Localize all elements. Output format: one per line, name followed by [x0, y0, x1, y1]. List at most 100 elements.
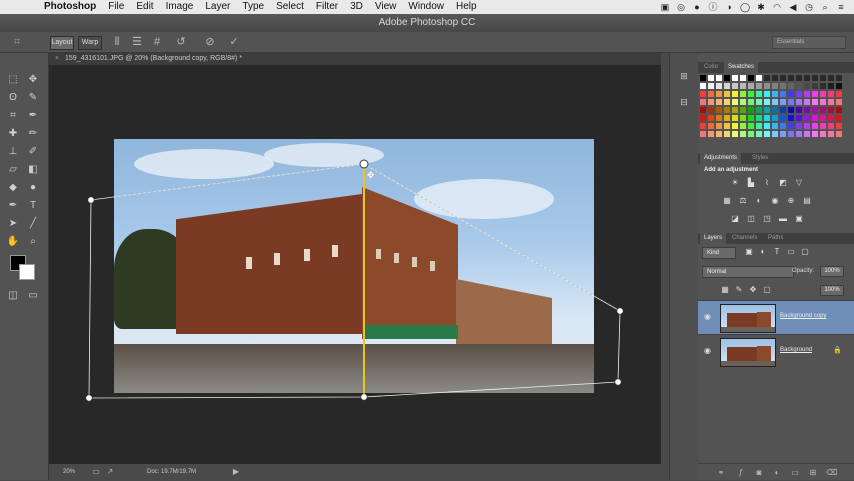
color-swatch[interactable]: [748, 83, 754, 89]
color-swatch[interactable]: [804, 99, 810, 105]
new-group-icon[interactable]: ▭: [790, 468, 800, 478]
color-swatch[interactable]: [780, 131, 786, 137]
color-swatch[interactable]: [836, 131, 842, 137]
color-swatch[interactable]: [788, 107, 794, 113]
trash-icon[interactable]: ⌫: [826, 468, 837, 478]
filter-shape-icon[interactable]: ▭: [786, 247, 796, 257]
color-swatch[interactable]: [700, 91, 706, 97]
color-swatch[interactable]: [748, 107, 754, 113]
color-swatch[interactable]: [780, 75, 786, 81]
color-swatch[interactable]: [836, 107, 842, 113]
color-swatch[interactable]: [780, 91, 786, 97]
color-swatch[interactable]: [812, 123, 818, 129]
color-swatch[interactable]: [796, 99, 802, 105]
color-swatch[interactable]: [820, 99, 826, 105]
color-swatch[interactable]: [828, 83, 834, 89]
color-swatch[interactable]: [796, 91, 802, 97]
color-swatch[interactable]: [836, 75, 842, 81]
color-swatch[interactable]: [772, 123, 778, 129]
layer-kind-filter[interactable]: Kind: [702, 247, 736, 259]
color-swatch[interactable]: [812, 99, 818, 105]
color-swatch[interactable]: [772, 83, 778, 89]
vibrance-icon[interactable]: ▽: [794, 178, 804, 188]
color-swatch[interactable]: [716, 115, 722, 121]
color-swatch[interactable]: [788, 115, 794, 121]
color-swatch[interactable]: [764, 75, 770, 81]
color-swatch[interactable]: [740, 83, 746, 89]
color-swatch[interactable]: [740, 91, 746, 97]
color-swatch[interactable]: [748, 99, 754, 105]
fx-icon[interactable]: ƒ: [736, 468, 746, 478]
color-swatch[interactable]: [756, 91, 762, 97]
color-swatch[interactable]: [828, 131, 834, 137]
color-swatch[interactable]: [716, 75, 722, 81]
blend-mode-select[interactable]: Normal: [702, 266, 794, 278]
color-swatch[interactable]: [740, 115, 746, 121]
tab-channels[interactable]: Channels: [728, 233, 761, 244]
color-swatch[interactable]: [788, 123, 794, 129]
status-menu-arrow-icon[interactable]: ▶: [231, 467, 241, 477]
color-swatch[interactable]: [700, 123, 706, 129]
add-mask-icon[interactable]: ◙: [754, 468, 764, 478]
color-swatch[interactable]: [740, 123, 746, 129]
color-swatch[interactable]: [740, 107, 746, 113]
properties-panel-icon[interactable]: ⊟: [678, 97, 690, 107]
color-swatch[interactable]: [780, 107, 786, 113]
color-swatch[interactable]: [724, 75, 730, 81]
color-swatch[interactable]: [788, 99, 794, 105]
color-swatch[interactable]: [788, 83, 794, 89]
color-swatch[interactable]: [716, 131, 722, 137]
photo-filter-icon[interactable]: ◉: [770, 196, 780, 206]
color-swatch[interactable]: [700, 115, 706, 121]
color-swatch[interactable]: [796, 75, 802, 81]
posterize-icon[interactable]: ◫: [746, 214, 756, 224]
color-swatch[interactable]: [804, 75, 810, 81]
color-swatch[interactable]: [724, 91, 730, 97]
color-swatch[interactable]: [756, 115, 762, 121]
color-swatch[interactable]: [804, 91, 810, 97]
color-swatch[interactable]: [828, 99, 834, 105]
color-swatch[interactable]: [748, 75, 754, 81]
layer-row-background[interactable]: ◉ Background 🔒: [698, 334, 854, 368]
color-swatch[interactable]: [804, 131, 810, 137]
color-swatch[interactable]: [708, 83, 714, 89]
tab-adjustments[interactable]: Adjustments: [700, 153, 742, 164]
levels-icon[interactable]: ▙: [746, 178, 756, 188]
color-swatch[interactable]: [772, 131, 778, 137]
color-swatch[interactable]: [796, 107, 802, 113]
layer-name[interactable]: Background copy: [780, 313, 826, 319]
color-swatch[interactable]: [820, 75, 826, 81]
color-swatch[interactable]: [724, 83, 730, 89]
color-swatch[interactable]: [732, 107, 738, 113]
color-swatch[interactable]: [740, 75, 746, 81]
color-swatch[interactable]: [700, 131, 706, 137]
tab-swatches[interactable]: Swatches: [724, 62, 759, 73]
color-swatch[interactable]: [764, 99, 770, 105]
transform-handle[interactable]: [87, 196, 95, 204]
color-swatch[interactable]: [836, 115, 842, 121]
color-swatch[interactable]: [716, 107, 722, 113]
color-swatch[interactable]: [700, 99, 706, 105]
lock-paint-icon[interactable]: ✎: [734, 285, 744, 295]
zoom-level[interactable]: 20%: [63, 464, 75, 480]
color-swatch[interactable]: [724, 107, 730, 113]
color-swatch[interactable]: [724, 123, 730, 129]
color-swatch[interactable]: [756, 75, 762, 81]
color-swatch[interactable]: [764, 83, 770, 89]
lock-all-icon[interactable]: ▢: [762, 285, 772, 295]
color-swatch[interactable]: [748, 91, 754, 97]
color-swatch[interactable]: [820, 107, 826, 113]
color-swatch[interactable]: [820, 83, 826, 89]
eye-icon[interactable]: ◉: [704, 347, 714, 355]
filter-pixel-icon[interactable]: ▣: [744, 247, 754, 257]
color-swatch[interactable]: [772, 115, 778, 121]
color-swatch[interactable]: [828, 115, 834, 121]
color-swatch[interactable]: [756, 131, 762, 137]
color-swatch[interactable]: [764, 115, 770, 121]
color-swatch[interactable]: [820, 115, 826, 121]
color-swatch[interactable]: [796, 131, 802, 137]
color-swatch[interactable]: [740, 131, 746, 137]
filter-smart-icon[interactable]: ▢: [800, 247, 810, 257]
color-swatch[interactable]: [804, 123, 810, 129]
color-swatch[interactable]: [740, 99, 746, 105]
